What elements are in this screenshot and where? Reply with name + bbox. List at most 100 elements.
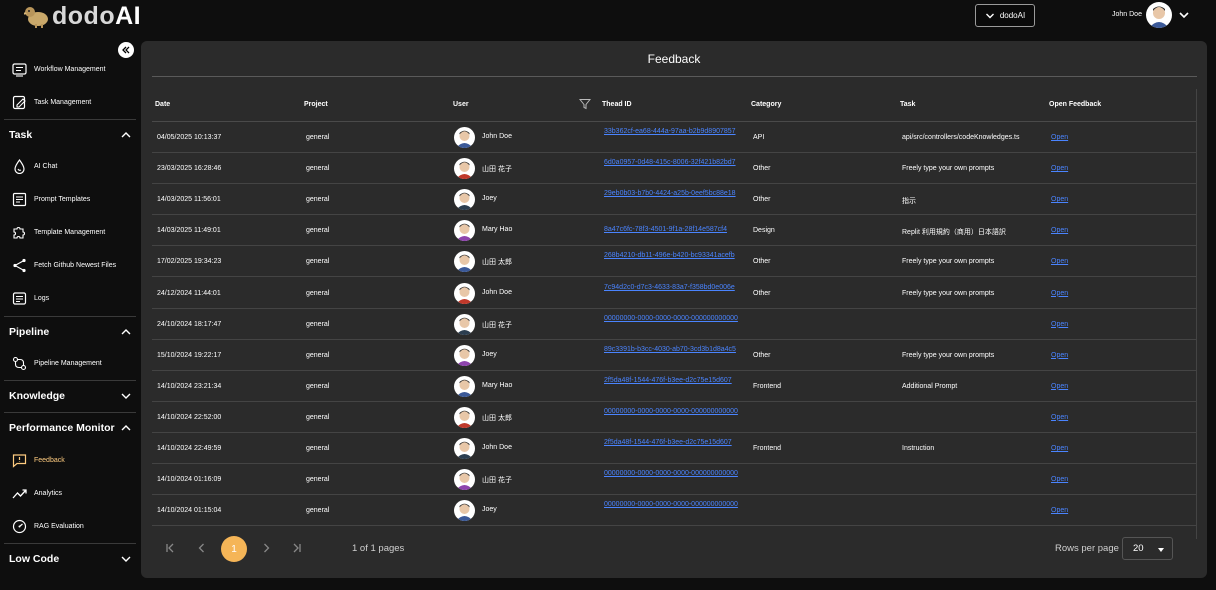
sidebar-section-low-code[interactable]: Low Code <box>0 544 140 574</box>
sidebar-section-pipeline[interactable]: Pipeline <box>0 317 140 347</box>
user-avatar[interactable] <box>1146 2 1172 28</box>
table-row[interactable]: 14/10/2024 23:21:34 general Mary Hao 2f5da4… <box>152 371 1197 402</box>
person-avatar-icon <box>456 410 473 428</box>
table-row[interactable]: 23/03/2025 16:28:46 general 山田 花子 6d0a0957-… <box>152 153 1197 185</box>
thread-id-link[interactable]: 8a47c6fc-78f3-4501-9f1a-28f14e587cf4 <box>604 226 746 235</box>
sidebar-item-template-management[interactable]: Template Management <box>0 216 140 249</box>
table-row[interactable]: 15/10/2024 19:22:17 general Joey 89c3391b-b… <box>152 340 1197 371</box>
column-header-user[interactable]: User <box>453 101 469 108</box>
user-avatar <box>454 500 475 522</box>
thread-id-link[interactable]: 29eb0b03-b7b0-4424-a25b-0eef5bc88e18 <box>604 190 746 199</box>
open-feedback-link[interactable]: Open <box>1051 414 1068 421</box>
cell-user: Joey <box>482 195 497 203</box>
open-feedback-link[interactable]: Open <box>1051 196 1068 203</box>
chevron-up-icon <box>121 425 131 431</box>
column-header-thread-id[interactable]: Thead ID <box>602 101 632 108</box>
table-row[interactable]: 14/03/2025 11:56:01 general Joey 29eb0b03-b… <box>152 184 1197 216</box>
sidebar-section-knowledge[interactable]: Knowledge <box>0 381 140 411</box>
cell-project: general <box>306 165 330 173</box>
open-feedback-link[interactable]: Open <box>1051 352 1068 359</box>
user-avatar <box>454 406 475 428</box>
rows-per-page-value: 20 <box>1133 543 1144 554</box>
cell-category: Other <box>753 289 771 297</box>
sidebar-item-label: Task Management <box>34 99 92 106</box>
sidebar-item-ai-chat[interactable]: AI Chat <box>0 150 140 183</box>
thread-id-link[interactable]: 00000000-0000-0000-0000-000000000000 <box>604 501 746 510</box>
sidebar: Workflow Management Task Management Task… <box>0 36 140 590</box>
sidebar-item-rag-evaluation[interactable]: RAG Evaluation <box>0 510 140 543</box>
open-feedback-link[interactable]: Open <box>1051 383 1068 390</box>
open-feedback-link[interactable]: Open <box>1051 134 1068 141</box>
table-row[interactable]: 14/10/2024 22:49:59 general John Doe 2f5da4… <box>152 433 1197 464</box>
next-page-icon[interactable] <box>259 541 273 555</box>
open-feedback-link[interactable]: Open <box>1051 258 1068 265</box>
column-header-category[interactable]: Category <box>751 101 781 108</box>
first-page-icon[interactable] <box>163 541 177 555</box>
table-row[interactable]: 14/03/2025 11:49:01 general Mary Hao 8a47c6… <box>152 215 1197 247</box>
sidebar-item-workflow-management[interactable]: Workflow Management <box>0 53 140 86</box>
thread-id-link[interactable]: 7c94d2c0-d7c3-4633-83a7-f358bd0e006e <box>604 284 746 293</box>
sidebar-item-task-management[interactable]: Task Management <box>0 86 140 119</box>
person-avatar-icon <box>1149 6 1169 28</box>
table-row[interactable]: 17/02/2025 19:34:23 general 山田 太郎 268b4210-… <box>152 246 1197 278</box>
thread-id-link[interactable]: 2f5da48f-1544-476f-b3ee-d2c75e15d607 <box>604 439 746 448</box>
person-avatar-icon <box>456 348 473 366</box>
page-button-current[interactable]: 1 <box>221 536 247 562</box>
cell-category: API <box>753 134 765 141</box>
logs-icon <box>12 292 27 305</box>
cell-date: 23/03/2025 16:28:46 <box>157 165 222 173</box>
person-avatar-icon <box>456 224 473 242</box>
rows-per-page-label: Rows per page <box>1055 543 1119 554</box>
chevron-up-icon <box>121 329 131 335</box>
open-feedback-link[interactable]: Open <box>1051 507 1068 514</box>
table-row[interactable]: 14/10/2024 22:52:00 general 山田 太郎 00000000-… <box>152 402 1197 433</box>
table-row[interactable]: 04/05/2025 10:13:37 general John Doe 33b362… <box>152 122 1197 153</box>
cell-date: 24/10/2024 18:17:47 <box>157 320 222 328</box>
thread-id-link[interactable]: 268b4210-db11-496e-b420-bc93341acefb <box>604 252 746 261</box>
table-row[interactable]: 24/10/2024 18:17:47 general 山田 花子 00000000-… <box>152 309 1197 340</box>
open-feedback-link[interactable]: Open <box>1051 476 1068 483</box>
column-header-open-feedback[interactable]: Open Feedback <box>1049 101 1101 108</box>
analytics-icon <box>12 489 27 499</box>
open-feedback-link[interactable]: Open <box>1051 290 1068 297</box>
cell-category: Other <box>753 196 771 204</box>
sidebar-item-pipeline-management[interactable]: Pipeline Management <box>0 347 140 380</box>
sidebar-item-logs[interactable]: Logs <box>0 282 140 315</box>
previous-page-icon[interactable] <box>195 541 209 555</box>
column-header-date[interactable]: Date <box>155 101 170 108</box>
filter-icon[interactable] <box>579 98 591 110</box>
open-feedback-link[interactable]: Open <box>1051 165 1068 172</box>
table-row[interactable]: 14/10/2024 01:16:09 general 山田 花子 00000000-… <box>152 464 1197 496</box>
sidebar-item-prompt-templates[interactable]: Prompt Templates <box>0 183 140 216</box>
thread-id-link[interactable]: 89c3391b-b3cc-4030-ab70-3cd3b1d8a4c5 <box>604 346 746 355</box>
cell-task: Freely type your own prompts <box>902 289 995 297</box>
person-avatar-icon <box>456 317 473 335</box>
sidebar-item-fetch-github[interactable]: Fetch Github Newest Files <box>0 249 140 282</box>
user-menu-chevron-icon[interactable] <box>1177 8 1191 22</box>
table-row[interactable]: 14/10/2024 01:15:04 general Joey 00000000-0… <box>152 495 1197 527</box>
cell-project: general <box>306 289 330 297</box>
column-header-task[interactable]: Task <box>900 101 915 108</box>
user-avatar <box>454 189 475 211</box>
sidebar-section-performance-monitor[interactable]: Performance Monitor <box>0 413 140 443</box>
user-avatar <box>454 282 475 304</box>
feedback-icon <box>12 454 27 468</box>
table-row[interactable]: 24/12/2024 11:44:01 general John Doe 7c94d2… <box>152 278 1197 309</box>
open-feedback-link[interactable]: Open <box>1051 227 1068 234</box>
thread-id-link[interactable]: 6d0a0957-0d48-415c-8006-32f421b82bd7 <box>604 159 746 168</box>
thread-id-link[interactable]: 33b362cf-ea68-444a-97aa-b2b9d8907857 <box>604 128 746 137</box>
sidebar-item-feedback[interactable]: Feedback <box>0 444 140 477</box>
column-header-project[interactable]: Project <box>304 101 328 108</box>
rows-per-page-select[interactable]: 20 <box>1122 537 1173 560</box>
workspace-selector-button[interactable]: dodoAI <box>975 4 1035 27</box>
open-feedback-link[interactable]: Open <box>1051 321 1068 328</box>
thread-id-link[interactable]: 2f5da48f-1544-476f-b3ee-d2c75e15d607 <box>604 377 746 386</box>
last-page-icon[interactable] <box>290 541 304 555</box>
sidebar-item-analytics[interactable]: Analytics <box>0 477 140 510</box>
thread-id-link[interactable]: 00000000-0000-0000-0000-000000000000 <box>604 470 746 479</box>
open-feedback-link[interactable]: Open <box>1051 445 1068 452</box>
thread-id-link[interactable]: 00000000-0000-0000-0000-000000000000 <box>604 315 746 324</box>
sidebar-section-task[interactable]: Task <box>0 120 140 150</box>
thread-id-link[interactable]: 00000000-0000-0000-0000-000000000000 <box>604 408 746 417</box>
app-logo[interactable]: dodoAI <box>24 2 141 30</box>
